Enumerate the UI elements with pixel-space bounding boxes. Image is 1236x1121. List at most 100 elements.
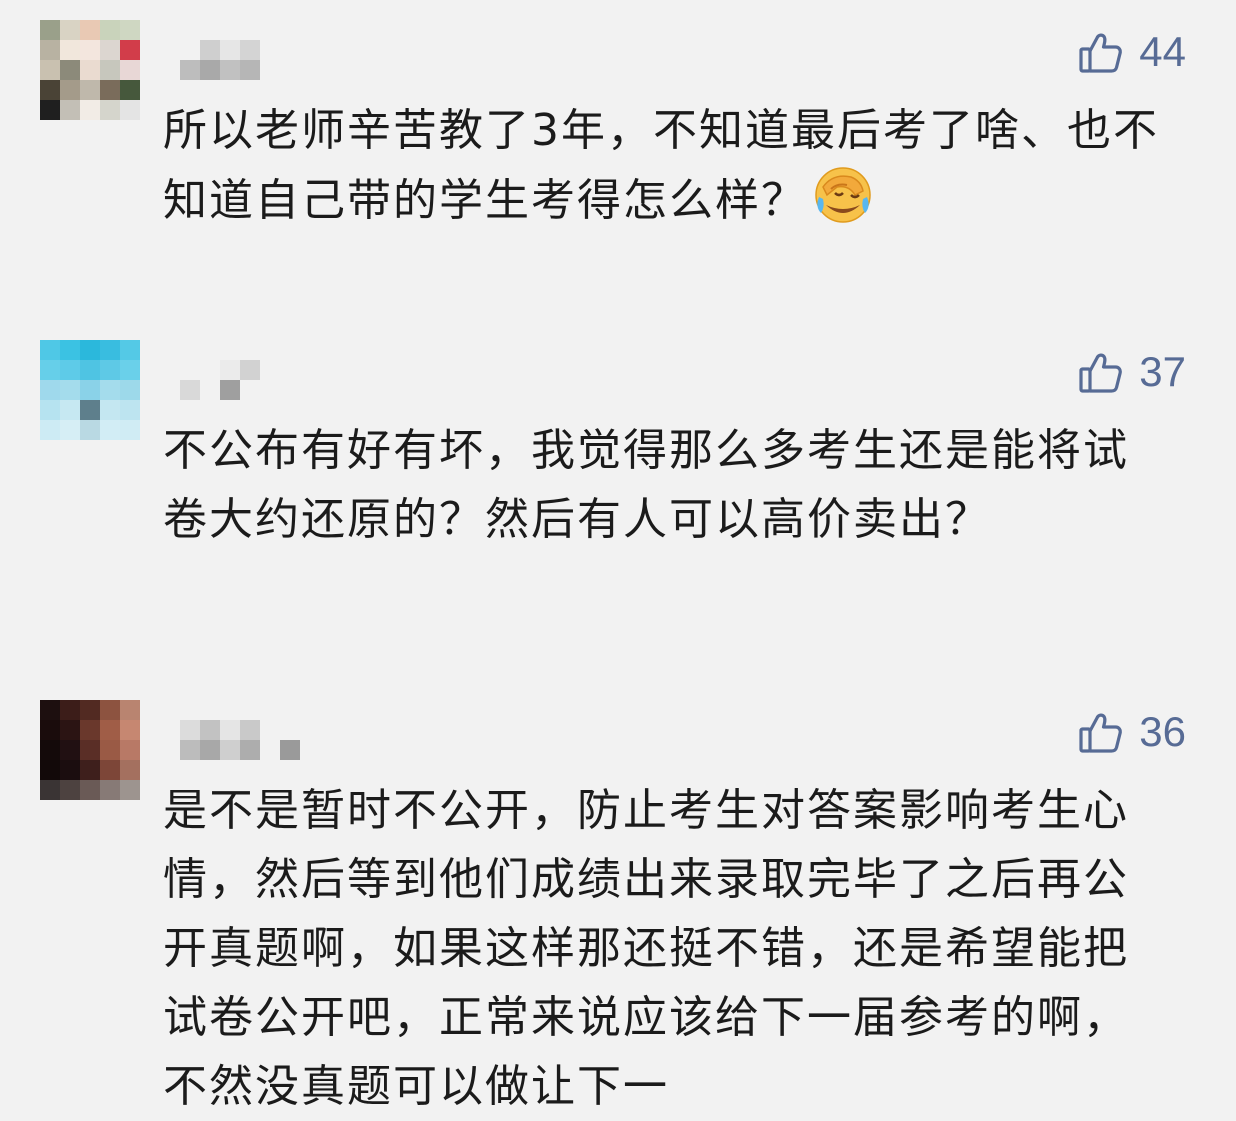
username-pixel [260, 60, 280, 80]
username-pixelated[interactable] [180, 720, 340, 760]
like-count: 44 [1139, 28, 1186, 75]
username-pixelated[interactable] [180, 40, 340, 80]
username-pixel [200, 720, 220, 740]
avatar-pixel [80, 420, 100, 440]
avatar-pixel [120, 380, 140, 400]
avatar[interactable] [40, 340, 140, 440]
avatar-pixel [80, 720, 100, 740]
avatar-pixel [40, 400, 60, 420]
avatar-pixel [100, 700, 120, 720]
avatar-pixel [100, 360, 120, 380]
avatar-pixel [40, 740, 60, 760]
avatar-pixel [100, 420, 120, 440]
avatar-pixel [100, 40, 120, 60]
avatar-pixel [60, 60, 80, 80]
username-pixel [180, 740, 200, 760]
username-pixel [280, 720, 300, 740]
avatar-pixel [120, 20, 140, 40]
comment-item: 36 是不是暂时不公开，防止考生对答案影响考生心情，然后等到他们成绩出来录取完毕… [0, 700, 1236, 1116]
username-pixel [220, 360, 240, 380]
thumbs-up-icon [1077, 348, 1125, 396]
username-pixel [320, 360, 340, 380]
avatar-pixel [40, 100, 60, 120]
avatar-pixel [40, 380, 60, 400]
username-pixel [280, 40, 300, 60]
avatar-pixel [60, 20, 80, 40]
avatar-pixel [40, 780, 60, 800]
avatar-pixel [40, 80, 60, 100]
username-pixel [280, 380, 300, 400]
avatar-pixel [120, 340, 140, 360]
avatar-pixel [80, 760, 100, 780]
avatar-pixel [80, 40, 100, 60]
avatar-pixel [120, 60, 140, 80]
username-pixelated[interactable] [180, 360, 340, 400]
username-pixel [300, 40, 320, 60]
username-pixel [320, 720, 340, 740]
avatar-pixel [40, 20, 60, 40]
like-button[interactable]: 44 [1077, 28, 1186, 76]
avatar-pixel [100, 80, 120, 100]
avatar-pixel [100, 720, 120, 740]
avatar-pixel [60, 380, 80, 400]
username-pixel [260, 380, 280, 400]
username-pixel [220, 380, 240, 400]
username-pixel [300, 360, 320, 380]
avatar[interactable] [40, 20, 140, 120]
avatar-pixel [60, 720, 80, 740]
avatar[interactable] [40, 700, 140, 800]
comment-text-container: 不公布有好有坏，我觉得那么多考生还是能将试卷大约还原的？然后有人可以高价卖出？ [163, 416, 1173, 554]
comment-text: 不公布有好有坏，我觉得那么多考生还是能将试卷大约还原的？然后有人可以高价卖出？ [163, 425, 1129, 545]
username-pixel [200, 740, 220, 760]
avatar-pixel [80, 780, 100, 800]
username-pixel [200, 40, 220, 60]
avatar-pixel [60, 740, 80, 760]
username-pixel [260, 740, 280, 760]
comment-text: 是不是暂时不公开，防止考生对答案影响考生心情，然后等到他们成绩出来录取完毕了之后… [163, 785, 1129, 1112]
avatar-pixel [100, 60, 120, 80]
thumbs-up-icon [1077, 708, 1125, 756]
avatar-pixel [60, 40, 80, 60]
comment-item: 44 所以老师辛苦教了3年，不知道最后考了啥、也不知道自己带的学生考得怎么样？ [0, 20, 1236, 270]
avatar-pixel [120, 40, 140, 60]
username-pixel [240, 360, 260, 380]
comment-text: 所以老师辛苦教了3年，不知道最后考了啥、也不知道自己带的学生考得怎么样？ [163, 105, 1159, 226]
username-pixel [240, 60, 260, 80]
username-pixel [240, 40, 260, 60]
username-pixel [220, 60, 240, 80]
avatar-pixel [120, 80, 140, 100]
avatar-pixel [80, 700, 100, 720]
avatar-pixel [80, 740, 100, 760]
username-pixel [220, 740, 240, 760]
avatar-pixel [60, 420, 80, 440]
avatar-pixel [40, 340, 60, 360]
username-pixel [200, 360, 220, 380]
like-button[interactable]: 36 [1077, 708, 1186, 756]
avatar-pixel [80, 340, 100, 360]
comment-text-container: 所以老师辛苦教了3年，不知道最后考了啥、也不知道自己带的学生考得怎么样？ [163, 96, 1173, 235]
avatar-pixel [120, 740, 140, 760]
username-pixel [260, 40, 280, 60]
avatar-pixel [100, 100, 120, 120]
like-count: 36 [1139, 708, 1186, 755]
username-pixel [260, 720, 280, 740]
avatar-pixel [80, 20, 100, 40]
avatar-pixel [80, 380, 100, 400]
avatar-pixel [60, 400, 80, 420]
face-palm-crying-emoji [813, 165, 873, 225]
avatar-pixel [120, 780, 140, 800]
avatar-pixel [60, 80, 80, 100]
avatar-pixel [60, 760, 80, 780]
avatar-pixel [60, 100, 80, 120]
avatar-pixel [100, 400, 120, 420]
avatar-pixel [40, 40, 60, 60]
username-pixel [240, 380, 260, 400]
username-pixel [240, 720, 260, 740]
like-button[interactable]: 37 [1077, 348, 1186, 396]
username-pixel [320, 40, 340, 60]
username-pixel [320, 380, 340, 400]
avatar-pixel [120, 100, 140, 120]
avatar-pixel [80, 60, 100, 80]
avatar-pixel [120, 420, 140, 440]
username-pixel [180, 360, 200, 380]
